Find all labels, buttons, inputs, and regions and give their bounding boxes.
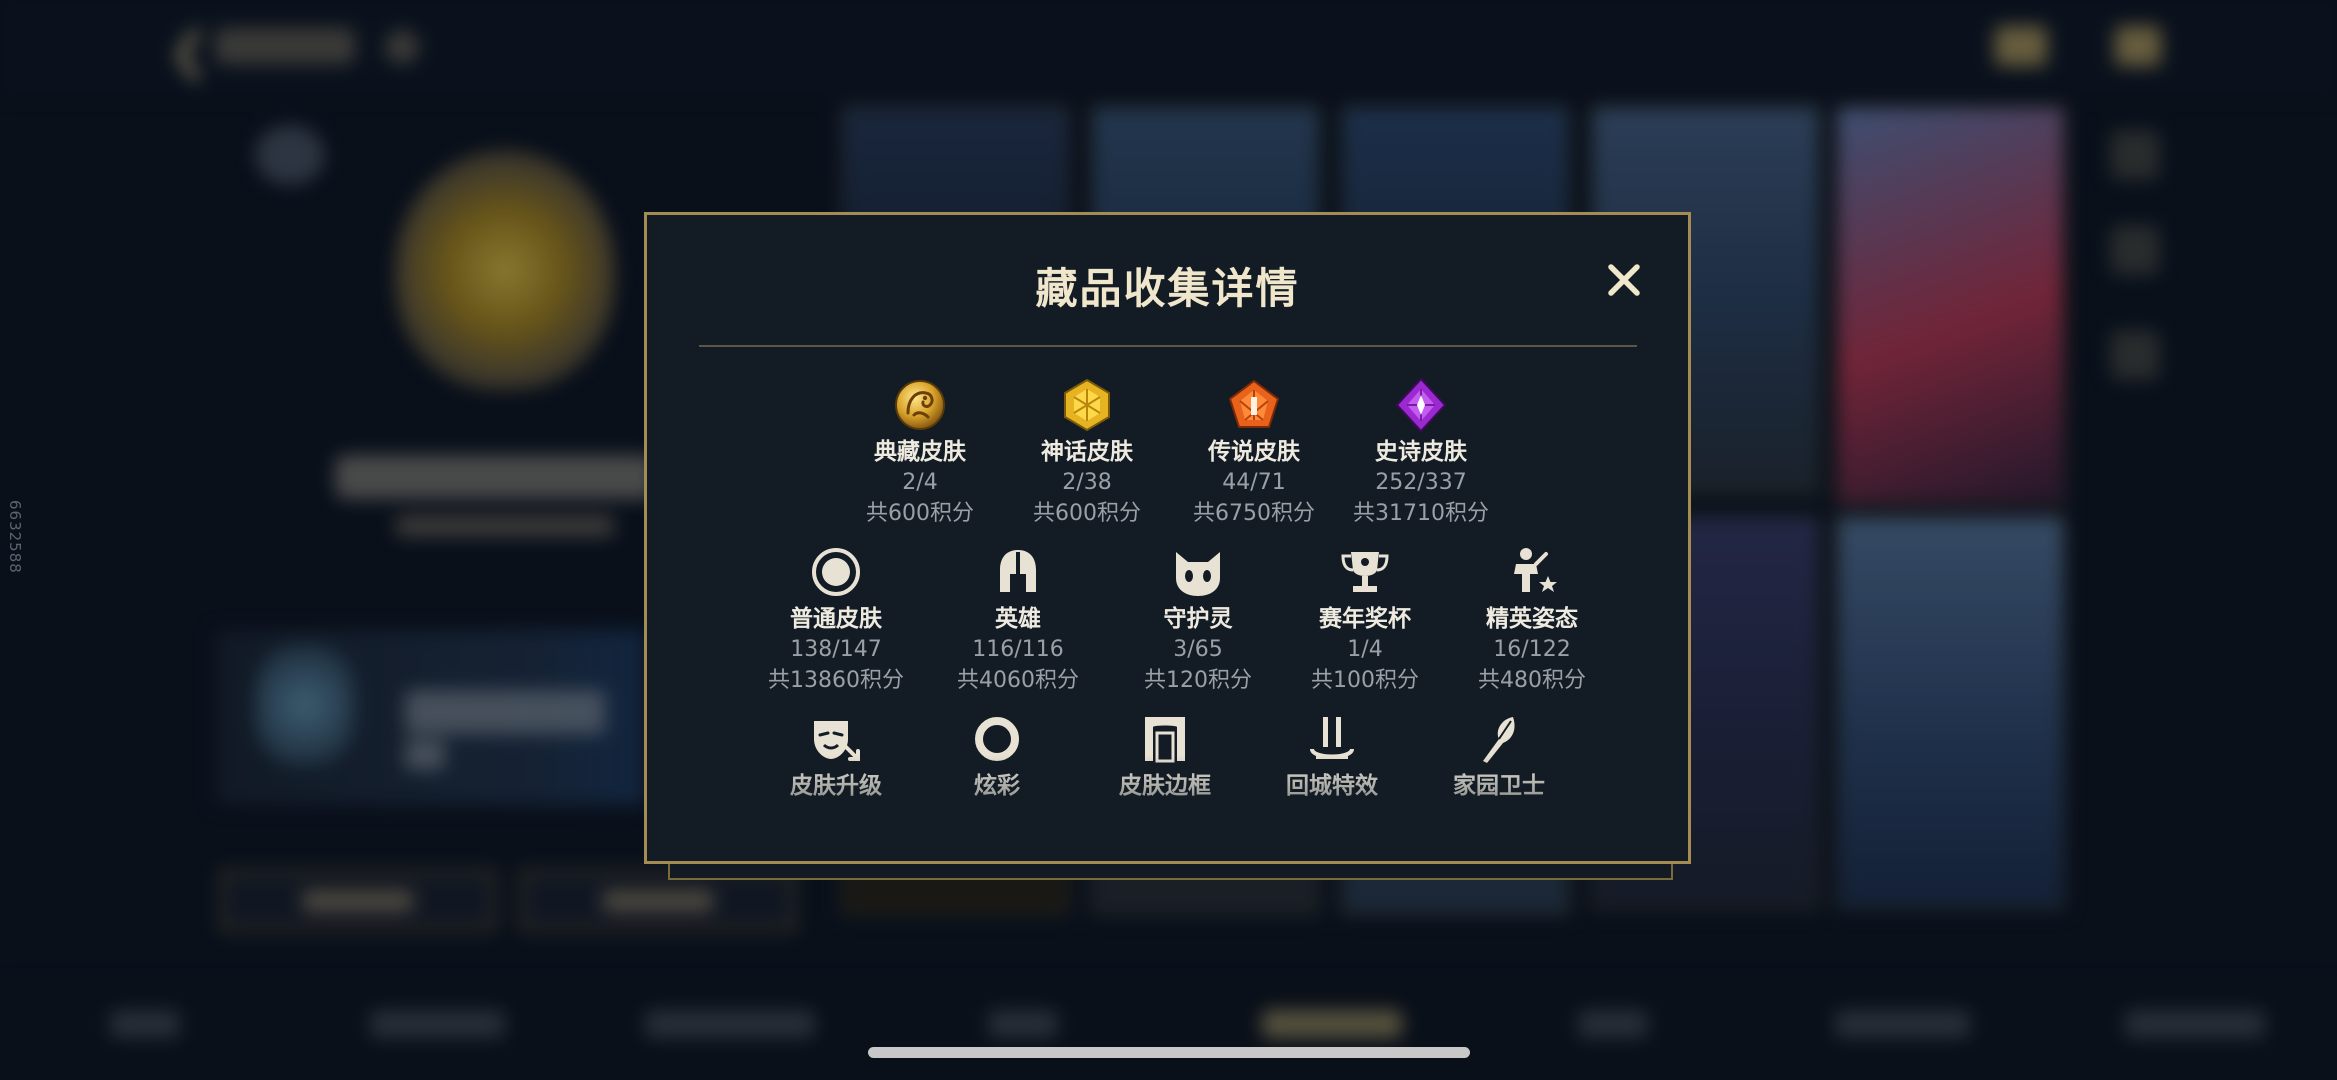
item-points: 共13860积分: [768, 668, 904, 693]
collection-item[interactable]: 典藏皮肤 2/4 共600积分: [845, 375, 995, 529]
item-points: 共6750积分: [1193, 501, 1315, 526]
item-name: 典藏皮肤: [874, 439, 966, 465]
item-name: 史诗皮肤: [1375, 439, 1467, 465]
item-name: 传说皮肤: [1208, 439, 1300, 465]
item-name: 普通皮肤: [790, 606, 882, 632]
collection-item[interactable]: 皮肤边框: [1090, 709, 1240, 801]
collection-item[interactable]: 普通皮肤 138/147 共13860积分: [761, 542, 911, 696]
item-points: 共4060积分: [957, 668, 1079, 693]
trophy-icon: [1341, 552, 1389, 592]
collection-item[interactable]: 回城特效: [1257, 709, 1407, 801]
item-name: 守护灵: [1163, 606, 1233, 632]
collection-item[interactable]: 精英姿态 16/122 共480积分: [1457, 542, 1607, 696]
item-points: 共31710积分: [1353, 501, 1489, 526]
purple-gem-icon: [1395, 377, 1447, 433]
circle-target-icon: [812, 548, 860, 596]
collection-grid: 典藏皮肤 2/4 共600积分 神话皮肤 2/38 共600积分 传说皮肤 44…: [647, 215, 1688, 861]
elite-pose-icon: [1514, 548, 1557, 592]
spirit-face-icon: [1176, 552, 1220, 596]
mask-upgrade-icon: [814, 721, 860, 761]
side-watermark: 6632588: [6, 500, 24, 574]
orange-gem-icon: [1228, 379, 1280, 428]
dragon-medal-icon: [895, 380, 945, 430]
collection-item[interactable]: 神话皮肤 2/38 共600积分: [1012, 375, 1162, 529]
item-name: 皮肤升级: [790, 773, 882, 799]
frame-portal-icon: [1145, 717, 1185, 763]
ring-icon: [975, 717, 1019, 761]
item-points: 共600积分: [1033, 501, 1141, 526]
item-name: 神话皮肤: [1041, 439, 1133, 465]
item-points: 共480积分: [1478, 668, 1586, 693]
item-count: 1/4: [1347, 637, 1383, 662]
item-name: 家园卫士: [1453, 773, 1545, 799]
collection-details-dialog: 藏品收集详情 典藏皮肤 2/4 共600积分 神话皮肤 2/38 共600积分 …: [644, 212, 1691, 864]
helmet-icon: [1000, 550, 1036, 592]
collection-item[interactable]: 传说皮肤 44/71 共6750积分: [1179, 375, 1329, 529]
gold-gem-icon: [1064, 378, 1110, 432]
collection-item[interactable]: 炫彩: [922, 709, 1072, 801]
collection-item[interactable]: 赛年奖杯 1/4 共100积分: [1290, 542, 1440, 696]
collection-item[interactable]: 守护灵 3/65 共120积分: [1123, 542, 1273, 696]
collection-item[interactable]: 英雄 116/116 共4060积分: [943, 542, 1093, 696]
item-count: 116/116: [972, 637, 1064, 662]
item-count: 44/71: [1222, 470, 1286, 495]
item-name: 炫彩: [974, 773, 1020, 799]
item-count: 2/38: [1062, 470, 1112, 495]
item-name: 回城特效: [1286, 773, 1378, 799]
item-name: 英雄: [995, 606, 1041, 632]
item-name: 精英姿态: [1486, 606, 1578, 632]
collection-item[interactable]: 史诗皮肤 252/337 共31710积分: [1346, 375, 1496, 529]
feather-guard-icon: [1483, 717, 1515, 763]
collection-item[interactable]: 皮肤升级: [761, 709, 911, 801]
item-name: 赛年奖杯: [1319, 606, 1411, 632]
home-indicator[interactable]: [868, 1047, 1470, 1058]
item-count: 252/337: [1375, 470, 1467, 495]
item-points: 共100积分: [1311, 668, 1419, 693]
item-count: 16/122: [1493, 637, 1571, 662]
item-name: 皮肤边框: [1119, 773, 1211, 799]
item-count: 138/147: [790, 637, 882, 662]
collection-item[interactable]: 家园卫士: [1424, 709, 1574, 801]
item-points: 共600积分: [866, 501, 974, 526]
item-count: 2/4: [902, 470, 938, 495]
item-count: 3/65: [1173, 637, 1223, 662]
item-points: 共120积分: [1144, 668, 1252, 693]
recall-effect-icon: [1310, 717, 1354, 759]
